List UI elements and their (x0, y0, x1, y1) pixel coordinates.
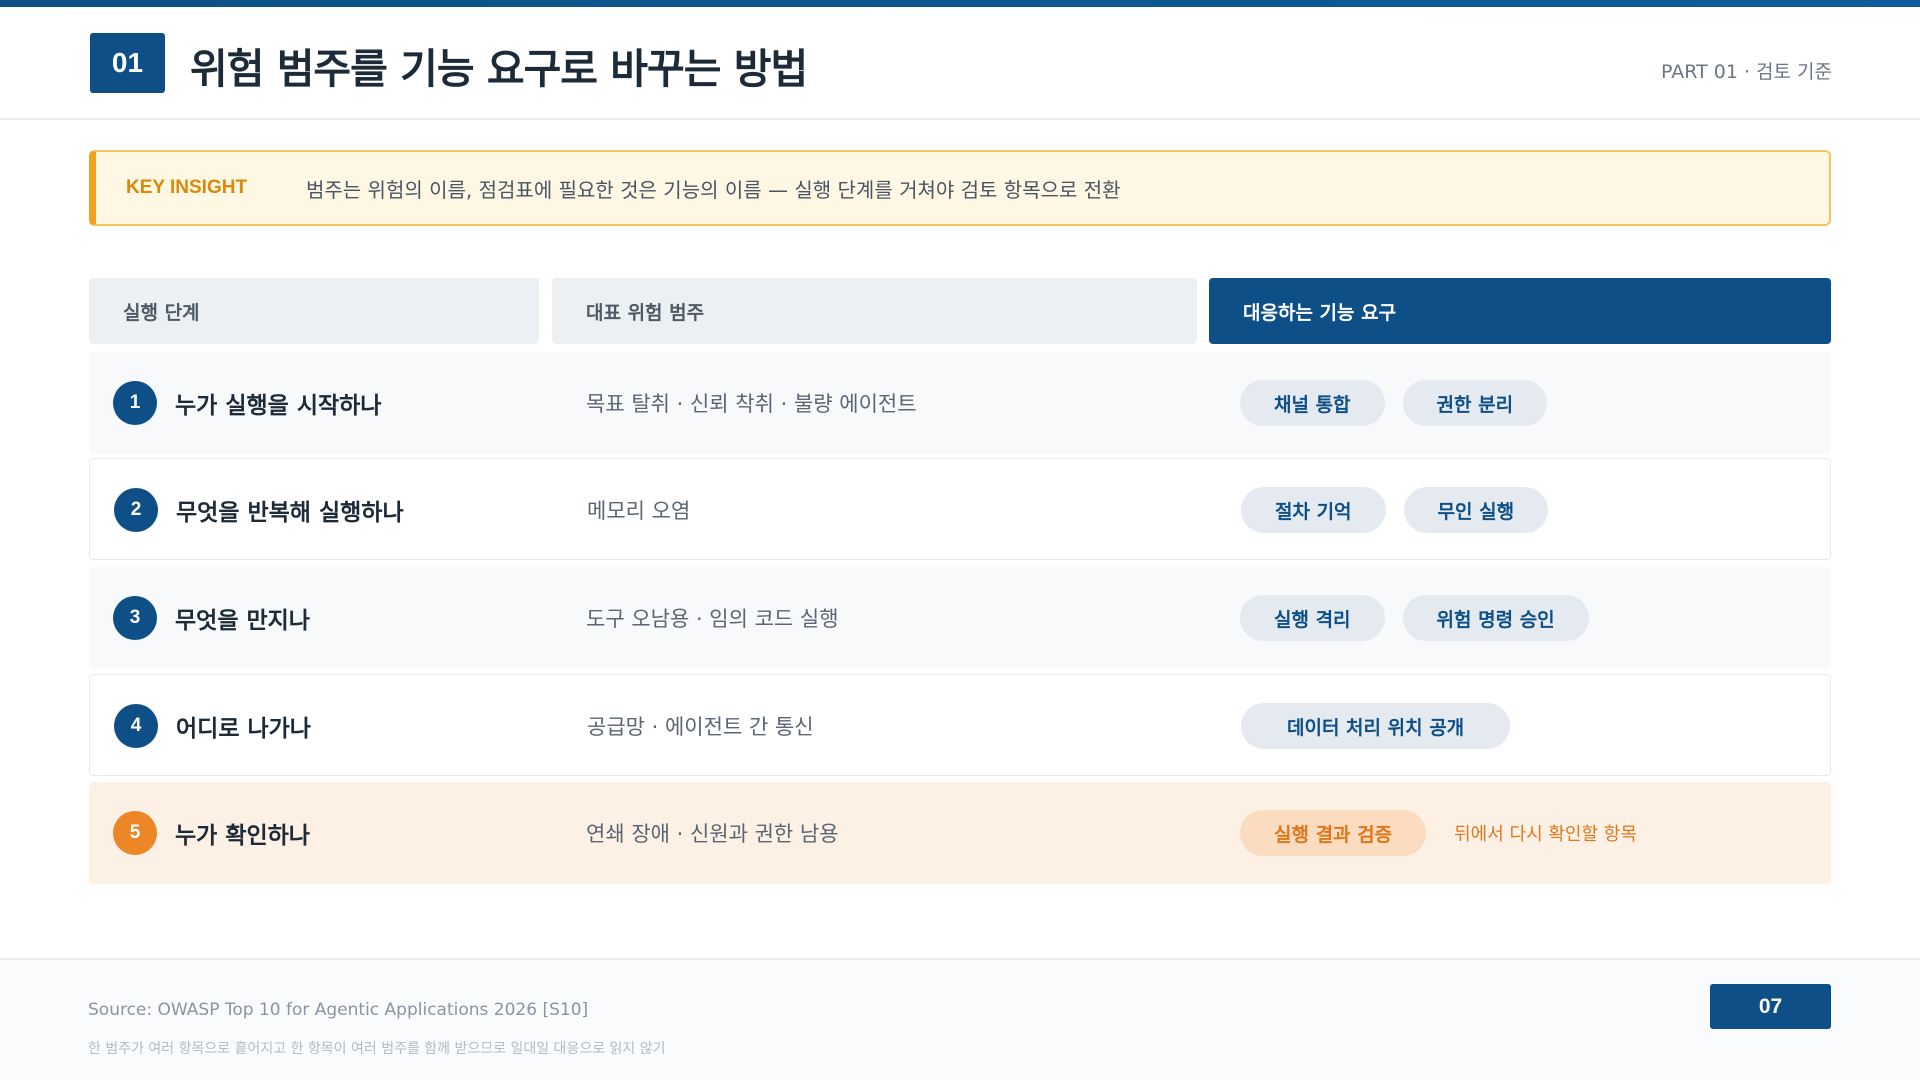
stage-label: 어디로 나가나 (176, 716, 311, 742)
step-number-badge: 2 (114, 488, 158, 532)
stage-label: 누가 실행을 시작하나 (175, 393, 382, 419)
table-row-highlighted: 5 누가 확인하나 연쇄 장애 · 신원과 권한 남용 실행 결과 검증 뒤에서… (89, 782, 1831, 884)
table-row: 2 무엇을 반복해 실행하나 메모리 오염 절차 기억 무인 실행 (89, 458, 1831, 560)
top-accent-bar (0, 0, 1920, 7)
table-row: 1 누가 실행을 시작하나 목표 탈취 · 신뢰 착취 · 불량 에이전트 채널… (89, 352, 1831, 454)
section-number-badge: 01 (90, 33, 165, 93)
stage-label: 무엇을 만지나 (175, 608, 310, 634)
stage-label: 무엇을 반복해 실행하나 (176, 500, 404, 526)
function-chip: 실행 격리 (1240, 595, 1385, 641)
insight-key-label: KEY INSIGHT (126, 177, 248, 198)
function-chips: 데이터 처리 위치 공개 (1241, 675, 1511, 777)
step-number-badge: 5 (113, 811, 157, 855)
stage-label: 누가 확인하나 (175, 823, 310, 849)
risk-category: 도구 오남용 · 임의 코드 실행 (586, 607, 839, 631)
function-chip: 위험 명령 승인 (1402, 595, 1589, 641)
function-chips: 실행 결과 검증 뒤에서 다시 확인할 항목 (1240, 782, 1637, 884)
function-chip: 권한 분리 (1402, 380, 1548, 426)
page-number: 07 (1710, 984, 1831, 1029)
source-citation: Source: OWASP Top 10 for Agentic Applica… (88, 1000, 589, 1020)
function-chip: 채널 통합 (1240, 380, 1385, 426)
revisit-note: 뒤에서 다시 확인할 항목 (1454, 824, 1637, 845)
function-chip: 실행 결과 검증 (1240, 810, 1427, 856)
page-title: 위험 범주를 기능 요구로 바꾸는 방법 (190, 45, 808, 93)
footnote: 한 범주가 여러 항목으로 흩어지고 한 항목이 여러 범주를 함께 받으므로 … (88, 1041, 666, 1057)
header-stage: 실행 단계 (89, 278, 539, 344)
risk-category: 메모리 오염 (587, 499, 691, 523)
risk-category: 연쇄 장애 · 신원과 권한 남용 (586, 822, 839, 846)
function-chips: 실행 격리 위험 명령 승인 (1240, 567, 1589, 669)
insight-text: 범주는 위험의 이름, 점검표에 필요한 것은 기능의 이름 — 실행 단계를 … (306, 177, 1121, 202)
part-label: PART 01 · 검토 기준 (1661, 61, 1832, 83)
step-number-badge: 3 (113, 596, 157, 640)
function-chips: 절차 기억 무인 실행 (1241, 459, 1549, 561)
table-row: 4 어디로 나가나 공급망 · 에이전트 간 통신 데이터 처리 위치 공개 (89, 674, 1831, 776)
table-row: 3 무엇을 만지나 도구 오남용 · 임의 코드 실행 실행 격리 위험 명령 … (89, 567, 1831, 669)
function-chip: 절차 기억 (1241, 487, 1386, 533)
header-function-requirement: 대응하는 기능 요구 (1209, 278, 1831, 344)
function-chip: 데이터 처리 위치 공개 (1241, 703, 1511, 749)
risk-category: 공급망 · 에이전트 간 통신 (587, 715, 814, 739)
slide-header: 01 위험 범주를 기능 요구로 바꾸는 방법 PART 01 · 검토 기준 (0, 7, 1920, 120)
header-risk-category: 대표 위험 범주 (552, 278, 1197, 344)
function-chip: 무인 실행 (1403, 487, 1549, 533)
step-number-badge: 4 (114, 704, 158, 748)
step-number-badge: 1 (113, 381, 157, 425)
risk-category: 목표 탈취 · 신뢰 착취 · 불량 에이전트 (586, 392, 917, 416)
function-chips: 채널 통합 권한 분리 (1240, 352, 1548, 454)
key-insight-box: KEY INSIGHT 범주는 위험의 이름, 점검표에 필요한 것은 기능의 … (89, 150, 1831, 226)
slide-footer: Source: OWASP Top 10 for Agentic Applica… (0, 958, 1920, 1080)
